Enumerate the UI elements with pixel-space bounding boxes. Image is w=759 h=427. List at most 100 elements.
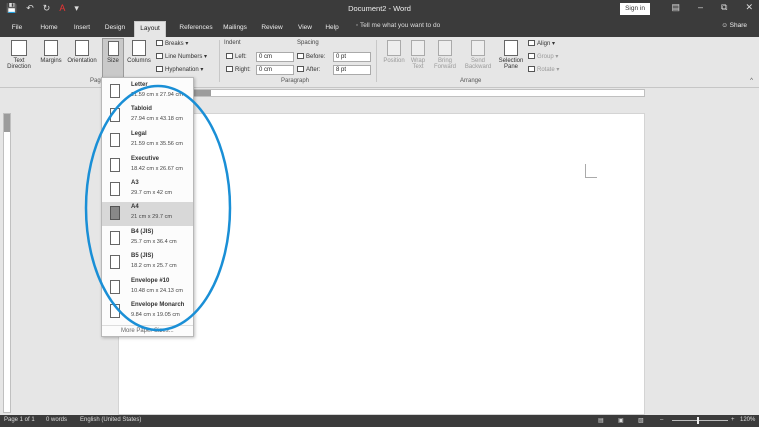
orientation-icon xyxy=(75,40,89,56)
breaks-label: Breaks xyxy=(165,41,184,47)
close-icon[interactable]: ✕ xyxy=(745,2,753,13)
zoom-slider[interactable] xyxy=(672,420,728,421)
ribbon-display-icon[interactable]: ▤ xyxy=(671,2,680,13)
ruler-margin xyxy=(4,114,10,132)
annotation-ellipse xyxy=(84,84,232,332)
breaks-icon xyxy=(156,40,163,46)
tab-mailings[interactable]: Mailings xyxy=(218,21,252,37)
align-button[interactable]: Align ▾ xyxy=(528,40,555,47)
line-numbers-button[interactable]: Line Numbers ▾ xyxy=(156,53,207,60)
bring-forward-label: Bring Forward xyxy=(433,58,456,70)
selection-pane-label: Selection Pane xyxy=(498,58,524,70)
rotate-icon xyxy=(528,66,535,72)
spacing-before-field[interactable]: 0 pt xyxy=(333,52,371,62)
tab-help[interactable]: Help xyxy=(321,21,343,37)
arrange-group-label: Arrange xyxy=(460,78,482,84)
send-backward-button[interactable]: Send Backward xyxy=(461,40,495,70)
paragraph-group-label: Paragraph xyxy=(281,78,310,84)
share-label: Share xyxy=(729,22,747,29)
restore-icon[interactable]: ⧉ xyxy=(721,2,727,13)
wrap-text-label: Wrap Text xyxy=(410,58,426,70)
group-separator xyxy=(219,40,220,82)
size-label: Size xyxy=(107,58,119,64)
tab-layout[interactable]: Layout xyxy=(134,21,166,37)
collapse-ribbon-icon[interactable]: ^ xyxy=(750,78,753,84)
language[interactable]: English (United States) xyxy=(80,417,141,423)
tab-view[interactable]: View xyxy=(292,21,318,37)
indent-left-label: Left: xyxy=(226,53,247,60)
indent-label: Indent xyxy=(224,40,241,46)
indent-right-icon xyxy=(226,66,233,72)
tab-review[interactable]: Review xyxy=(258,21,286,37)
share-button[interactable]: ☺ Share xyxy=(721,22,747,29)
tab-home[interactable]: Home xyxy=(36,21,62,37)
orientation-label: Orientation xyxy=(67,58,97,64)
margins-button[interactable]: Margins xyxy=(38,40,64,64)
spacing-after-label: After: xyxy=(297,66,320,73)
wrap-text-button[interactable]: Wrap Text xyxy=(406,40,430,70)
size-icon xyxy=(107,41,119,56)
hyphenation-icon xyxy=(156,66,163,72)
text-direction-icon xyxy=(11,40,27,56)
page-count[interactable]: Page 1 of 1 xyxy=(4,417,35,423)
zoom-slider-thumb[interactable] xyxy=(697,417,699,424)
columns-label: Columns xyxy=(127,58,151,64)
tab-insert[interactable]: Insert xyxy=(68,21,96,37)
indent-right-field[interactable]: 0 cm xyxy=(256,65,294,75)
hyphenation-label: Hyphenation xyxy=(165,67,199,73)
position-button[interactable]: Position xyxy=(380,40,408,64)
breaks-button[interactable]: Breaks ▾ xyxy=(156,40,188,47)
spacing-label: Spacing xyxy=(297,40,319,46)
spacing-before-label: Before: xyxy=(297,53,325,60)
text-direction-label: Text Direction xyxy=(7,58,31,70)
position-icon xyxy=(387,40,401,56)
wrap-text-icon xyxy=(411,40,425,56)
ribbon-tabs: File Home Insert Design Layout Reference… xyxy=(0,18,759,37)
tab-design[interactable]: Design xyxy=(100,21,130,37)
tab-file[interactable]: File xyxy=(6,21,28,37)
person-icon: ☺ xyxy=(721,22,730,29)
position-label: Position xyxy=(383,58,405,64)
text-direction-button[interactable]: Text Direction xyxy=(4,40,34,70)
send-backward-icon xyxy=(471,40,485,56)
read-mode-icon[interactable]: ▤ xyxy=(598,417,604,424)
indent-left-icon xyxy=(226,53,233,59)
vertical-ruler[interactable] xyxy=(3,113,11,413)
spacing-before-icon xyxy=(297,53,304,59)
print-layout-icon[interactable]: ▣ xyxy=(618,417,624,424)
group-button[interactable]: Group ▾ xyxy=(528,53,558,60)
sign-in-button[interactable]: Sign in xyxy=(620,3,650,15)
spacing-after-field[interactable]: 8 pt xyxy=(333,65,371,75)
bring-forward-button[interactable]: Bring Forward xyxy=(431,40,459,70)
columns-icon xyxy=(132,40,146,56)
orientation-button[interactable]: Orientation xyxy=(64,40,100,64)
word-count[interactable]: 0 words xyxy=(46,417,67,423)
size-button[interactable]: Size xyxy=(102,38,124,78)
align-label: Align xyxy=(537,41,551,47)
zoom-level[interactable]: 120% xyxy=(740,417,755,423)
group-separator xyxy=(376,40,377,82)
spacing-after-icon xyxy=(297,66,304,72)
tab-references[interactable]: References xyxy=(170,21,222,37)
line-numbers-label: Line Numbers xyxy=(165,54,203,60)
selection-pane-icon xyxy=(504,40,518,56)
send-backward-label: Send Backward xyxy=(464,58,492,70)
zoom-out-icon[interactable]: – xyxy=(660,417,663,423)
title-bar: 💾 ↶ ↻ A ▾ Document2 - Word Sign in ▤ – ⧉… xyxy=(0,0,759,18)
selection-pane-button[interactable]: Selection Pane xyxy=(496,40,526,70)
group-icon xyxy=(528,53,535,59)
bring-forward-icon xyxy=(438,40,452,56)
rotate-button[interactable]: Rotate ▾ xyxy=(528,66,559,73)
crop-mark xyxy=(585,164,597,178)
indent-left-field[interactable]: 0 cm xyxy=(256,52,294,62)
annotation-ellipse-stroke xyxy=(84,84,232,332)
indent-right-label: Right: xyxy=(226,66,251,73)
web-layout-icon[interactable]: ▧ xyxy=(638,417,644,424)
tell-me-box[interactable]: ◦ Tell me what you want to do xyxy=(356,22,440,29)
zoom-in-icon[interactable]: + xyxy=(731,417,735,423)
tell-me-label: Tell me what you want to do xyxy=(360,22,441,29)
columns-button[interactable]: Columns xyxy=(124,40,154,64)
status-bar: Page 1 of 1 0 words English (United Stat… xyxy=(0,415,759,427)
minimize-icon[interactable]: – xyxy=(698,2,703,13)
hyphenation-button[interactable]: Hyphenation ▾ xyxy=(156,66,203,73)
